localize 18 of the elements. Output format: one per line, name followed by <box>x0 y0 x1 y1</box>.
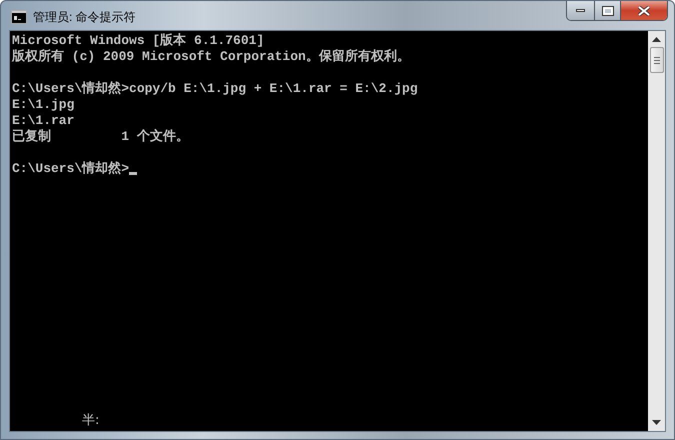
window-title: 管理员: 命令提示符 <box>33 9 136 26</box>
close-button[interactable] <box>621 1 667 20</box>
console-icon <box>11 10 27 24</box>
console-line: Microsoft Windows [版本 6.1.7601] <box>12 33 264 49</box>
close-icon <box>638 6 650 16</box>
minimize-button[interactable] <box>567 1 595 20</box>
console-line: 版权所有 (c) 2009 Microsoft Corporation。保留所有权利。 <box>12 49 410 65</box>
scroll-down-icon[interactable] <box>652 420 661 425</box>
console-line: 已复制 1 个文件。 <box>12 129 189 145</box>
console-line: C:\Users\情却然> <box>12 161 130 177</box>
console-line: E:\1.jpg <box>12 97 74 113</box>
scroll-up-icon[interactable] <box>652 37 661 42</box>
ime-status: 半: <box>82 413 100 429</box>
scrollbar[interactable] <box>648 31 665 431</box>
console-line: E:\1.rar <box>12 113 74 129</box>
console-line: C:\Users\情却然>copy/b E:\1.jpg + E:\1.rar = E:\2.jpg <box>12 81 418 97</box>
maximize-button[interactable] <box>595 1 621 20</box>
scroll-thumb[interactable] <box>650 47 664 73</box>
